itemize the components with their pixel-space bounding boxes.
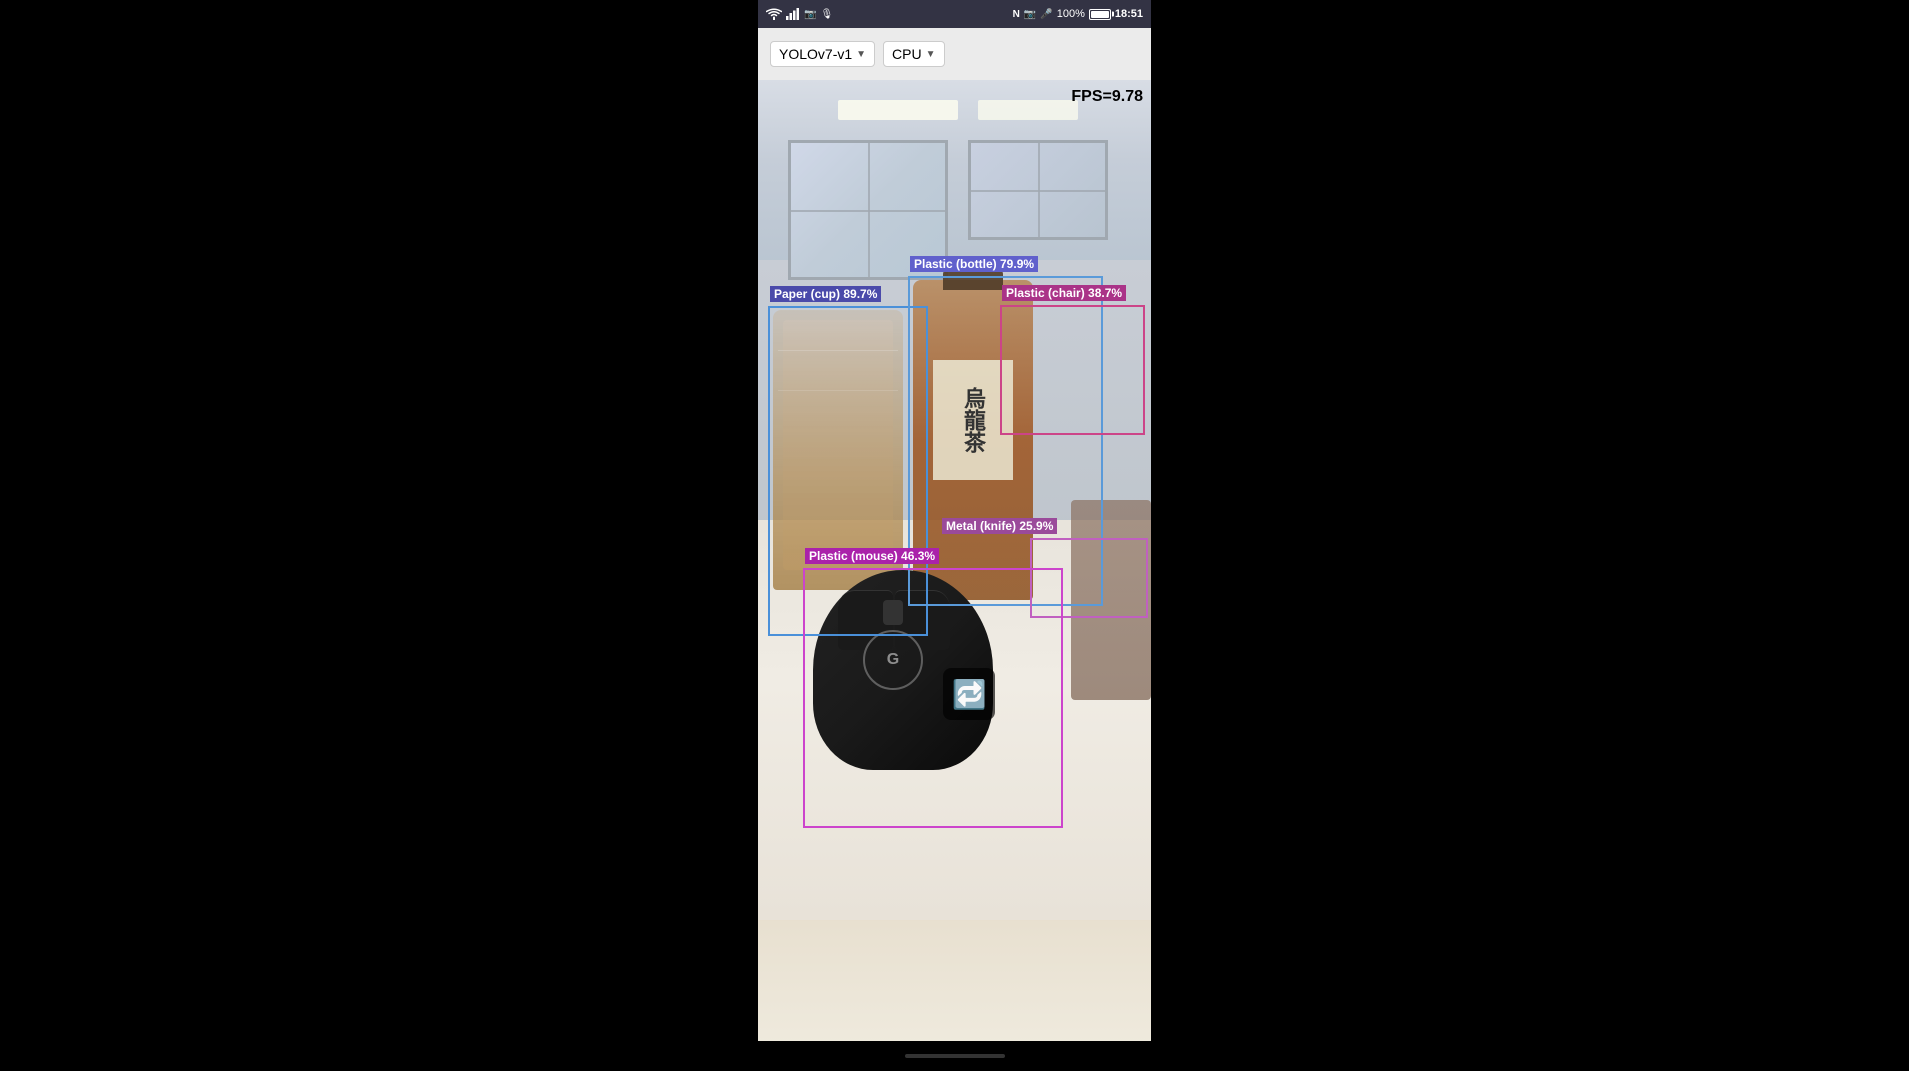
device-label: CPU bbox=[892, 46, 922, 62]
detection-label-plastic-mouse: Plastic (mouse) 46.3% bbox=[805, 548, 939, 564]
notification-icon: 📷 bbox=[804, 9, 816, 20]
model-label: YOLOv7-v1 bbox=[779, 46, 852, 62]
window-right bbox=[968, 140, 1108, 240]
status-left-icons: 📷 🎙 bbox=[766, 8, 833, 20]
detection-label-paper-cup: Paper (cup) 89.7% bbox=[770, 286, 881, 302]
signal-icon bbox=[786, 8, 800, 20]
phone-screen: 📷 🎙 N 📷 🎤 100% 18:51 YOLOv7-v1 ▼ bbox=[758, 0, 1151, 1071]
bottom-nav-bar bbox=[758, 1041, 1151, 1071]
detection-label-metal-knife: Metal (knife) 25.9% bbox=[942, 518, 1057, 534]
wifi-icon bbox=[766, 8, 782, 20]
flip-icon: 🔄 bbox=[952, 678, 987, 711]
toolbar: YOLOv7-v1 ▼ CPU ▼ bbox=[758, 28, 1151, 80]
status-right-info: N 📷 🎤 100% 18:51 bbox=[1013, 8, 1143, 20]
ceiling-light-1 bbox=[838, 100, 958, 120]
fps-value: FPS=9.78 bbox=[1071, 88, 1143, 105]
detection-label-plastic-bottle: Plastic (bottle) 79.9% bbox=[910, 256, 1038, 272]
camera-background: 烏龍茶 G FPS=9.78 bbox=[758, 80, 1151, 1071]
battery-icon bbox=[1089, 9, 1111, 20]
detection-box-plastic-mouse: Plastic (mouse) 46.3% bbox=[803, 568, 1063, 828]
camera-flip-button[interactable]: 🔄 bbox=[943, 668, 995, 720]
camera-view: 📷 🎙 N 📷 🎤 100% 18:51 YOLOv7-v1 ▼ bbox=[758, 0, 1151, 1071]
device-dropdown-arrow: ▼ bbox=[926, 49, 936, 60]
model-selector[interactable]: YOLOv7-v1 ▼ bbox=[770, 41, 875, 67]
device-selector[interactable]: CPU ▼ bbox=[883, 41, 944, 67]
camera-status-icon: 📷 bbox=[1024, 9, 1036, 20]
battery-fill bbox=[1091, 11, 1109, 18]
battery-percent: 100% bbox=[1057, 8, 1085, 20]
status-bar: 📷 🎙 N 📷 🎤 100% 18:51 bbox=[758, 0, 1151, 28]
notification-badge-n: N bbox=[1013, 9, 1020, 20]
mic-status-icon: 🎤 bbox=[1040, 9, 1052, 20]
time-display: 18:51 bbox=[1115, 8, 1143, 20]
ceiling-light-2 bbox=[978, 100, 1078, 120]
detection-box-plastic-chair: Plastic (chair) 38.7% bbox=[1000, 305, 1145, 435]
detection-label-plastic-chair: Plastic (chair) 38.7% bbox=[1002, 285, 1126, 301]
fps-display: FPS=9.78 bbox=[1071, 88, 1143, 106]
model-dropdown-arrow: ▼ bbox=[856, 49, 866, 60]
mic-icon: 🎙 bbox=[820, 9, 833, 20]
